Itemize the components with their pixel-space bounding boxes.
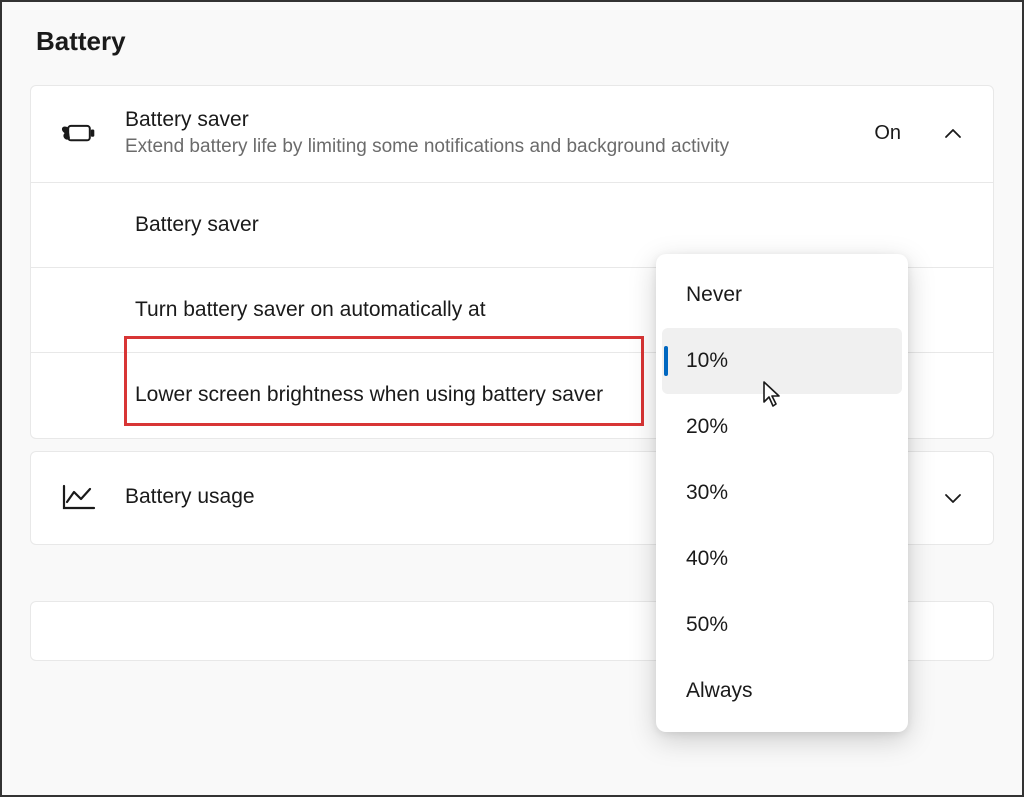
dropdown-option-20[interactable]: 20%	[662, 394, 902, 460]
dropdown-option-50[interactable]: 50%	[662, 592, 902, 658]
battery-saver-header[interactable]: Battery saver Extend battery life by lim…	[31, 86, 993, 182]
battery-saver-toggle-label: Battery saver	[135, 211, 605, 239]
auto-on-dropdown-menu: Never 10% 20% 30% 40% 50% Always	[656, 254, 908, 732]
auto-on-label: Turn battery saver on automatically at	[135, 296, 605, 324]
dropdown-option-10[interactable]: 10%	[662, 328, 902, 394]
battery-saver-status: On	[874, 122, 901, 145]
battery-saver-icon	[61, 120, 97, 148]
dropdown-option-never[interactable]: Never	[662, 262, 902, 328]
dropdown-option-40[interactable]: 40%	[662, 526, 902, 592]
dropdown-option-always[interactable]: Always	[662, 658, 902, 724]
dropdown-option-30[interactable]: 30%	[662, 460, 902, 526]
chevron-down-icon[interactable]	[943, 488, 963, 508]
battery-saver-description: Extend battery life by limiting some not…	[125, 134, 846, 160]
chart-icon	[61, 484, 97, 512]
page-title: Battery	[36, 26, 994, 57]
brightness-label: Lower screen brightness when using batte…	[135, 381, 605, 409]
chevron-up-icon[interactable]	[943, 124, 963, 144]
battery-saver-title: Battery saver	[125, 108, 846, 132]
